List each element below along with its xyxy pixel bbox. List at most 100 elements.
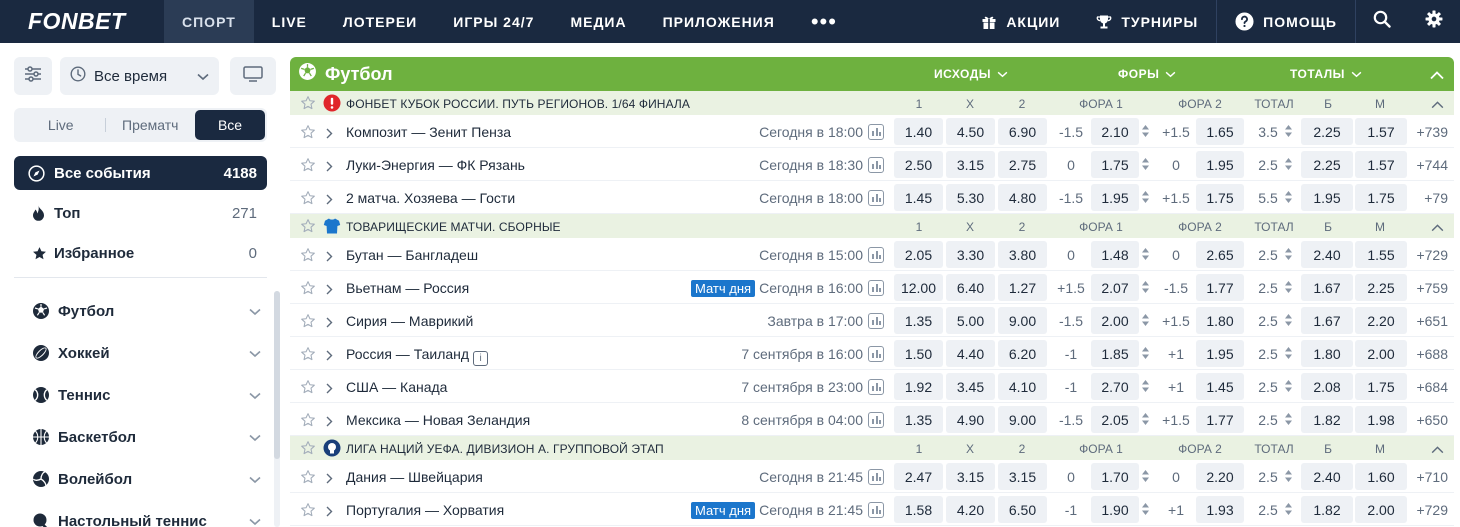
odds-handicap1-button[interactable]: 1.48 xyxy=(1091,241,1139,268)
star-outline-icon[interactable] xyxy=(300,440,316,459)
sort-arrows-icon[interactable] xyxy=(1141,247,1150,266)
odds-draw-button[interactable]: 5.30 xyxy=(946,184,995,211)
chevron-up-icon[interactable] xyxy=(1431,221,1444,235)
chevron-right-icon[interactable] xyxy=(326,315,333,333)
event-name[interactable]: Бутан — Бангладеш xyxy=(346,247,478,263)
odds-win2-button[interactable]: 9.00 xyxy=(998,307,1047,334)
star-outline-icon[interactable] xyxy=(300,218,316,237)
odds-handicap2-button[interactable]: 1.77 xyxy=(1196,406,1244,433)
star-outline-icon[interactable] xyxy=(300,247,316,268)
promotions-button[interactable]: АКЦИИ xyxy=(963,14,1078,30)
odds-win1-button[interactable]: 1.92 xyxy=(894,373,943,400)
chevron-right-icon[interactable] xyxy=(326,471,333,489)
odds-draw-button[interactable]: 4.20 xyxy=(946,496,995,523)
tournament-header[interactable]: ЛИГА НАЦИЙ УЕФА. ДИВИЗИОН А. ГРУППОВОЙ Э… xyxy=(290,436,1454,460)
odds-handicap2-button[interactable]: 1.45 xyxy=(1196,373,1244,400)
odds-draw-button[interactable]: 5.00 xyxy=(946,307,995,334)
event-row[interactable]: Сирия — Маврикий Завтра в 17:00 1.35 5.00 9.… xyxy=(290,304,1454,337)
chevron-right-icon[interactable] xyxy=(326,381,333,399)
tournaments-button[interactable]: ТУРНИРЫ xyxy=(1078,14,1216,30)
sort-arrows-icon[interactable] xyxy=(1141,346,1150,365)
sort-arrows-icon[interactable] xyxy=(1284,379,1293,398)
odds-under-button[interactable]: 1.60 xyxy=(1355,463,1407,490)
collapse-sport-button[interactable] xyxy=(1430,67,1444,85)
odds-win2-button[interactable]: 2.75 xyxy=(998,151,1047,178)
fonbet-logo[interactable]: FONBET xyxy=(0,0,164,43)
statistics-icon[interactable] xyxy=(868,469,884,485)
nav-live[interactable]: LIVE xyxy=(254,0,325,43)
odds-win2-button[interactable]: 9.00 xyxy=(998,406,1047,433)
odds-draw-button[interactable]: 3.45 xyxy=(946,373,995,400)
more-markets-link[interactable]: +79 xyxy=(1424,190,1448,206)
odds-handicap1-button[interactable]: 1.90 xyxy=(1091,496,1139,523)
sort-arrows-icon[interactable] xyxy=(1141,469,1150,488)
nav-sport[interactable]: СПОРТ xyxy=(164,0,254,43)
odds-win2-button[interactable]: 3.15 xyxy=(998,463,1047,490)
sidebar-scrollbar-thumb[interactable] xyxy=(274,291,280,459)
more-markets-link[interactable]: +684 xyxy=(1416,379,1448,395)
star-outline-icon[interactable] xyxy=(300,469,316,490)
event-row[interactable]: Дания — Швейцария Сегодня в 21:45 2.47 3.15… xyxy=(290,460,1454,493)
statistics-icon[interactable] xyxy=(868,502,884,518)
event-row[interactable]: США — Канада 7 сентября в 23:00 1.92 3.45 4.… xyxy=(290,370,1454,403)
star-outline-icon[interactable] xyxy=(300,124,316,145)
odds-over-button[interactable]: 2.25 xyxy=(1301,118,1353,145)
sport-title[interactable]: Футбол xyxy=(290,62,393,86)
odds-win2-button[interactable]: 6.90 xyxy=(998,118,1047,145)
chevron-right-icon[interactable] xyxy=(326,414,333,432)
more-markets-link[interactable]: +729 xyxy=(1416,247,1448,263)
filter-settings-button[interactable] xyxy=(14,57,52,95)
totals-group-toggle[interactable]: ТОТАЛЫ xyxy=(1290,57,1362,91)
star-outline-icon[interactable] xyxy=(300,157,316,178)
more-markets-link[interactable]: +739 xyxy=(1416,124,1448,140)
nav-more-button[interactable]: ••• xyxy=(793,0,855,43)
info-icon[interactable]: i xyxy=(473,351,489,366)
event-row[interactable]: Луки-Энергия — ФК Рязань Сегодня в 18:30 2… xyxy=(290,148,1454,181)
sort-arrows-icon[interactable] xyxy=(1284,412,1293,431)
event-name[interactable]: Луки-Энергия — ФК Рязань xyxy=(346,157,525,173)
nav-games[interactable]: ИГРЫ 24/7 xyxy=(435,0,552,43)
tournament-header[interactable]: ТОВАРИЩЕСКИЕ МАТЧИ. СБОРНЫЕ 1 X 2 ФОРА 1 ФОРА… xyxy=(290,214,1454,238)
segment-prematch[interactable]: Прематч xyxy=(106,110,196,140)
event-name[interactable]: Вьетнам — Россия xyxy=(346,280,469,296)
odds-win1-button[interactable]: 1.40 xyxy=(894,118,943,145)
event-name[interactable]: Сирия — Маврикий xyxy=(346,313,473,329)
nav-lotteries[interactable]: ЛОТЕРЕИ xyxy=(325,0,435,43)
statistics-icon[interactable] xyxy=(868,346,884,362)
odds-over-button[interactable]: 1.95 xyxy=(1301,184,1353,211)
sidebar-sport-football[interactable]: Футбол xyxy=(14,292,267,330)
sidebar-sport-volleyball[interactable]: Волейбол xyxy=(14,460,267,498)
sidebar-item-favorites[interactable]: Избранное 0 xyxy=(14,236,267,270)
sort-arrows-icon[interactable] xyxy=(1141,313,1150,332)
odds-draw-button[interactable]: 3.15 xyxy=(946,151,995,178)
odds-over-button[interactable]: 1.80 xyxy=(1301,340,1353,367)
time-filter-dropdown[interactable]: Все время xyxy=(60,57,219,95)
sort-arrows-icon[interactable] xyxy=(1141,280,1150,299)
event-row[interactable]: Россия — Таиланд i 7 сентября в 16:00 1.50 4… xyxy=(290,337,1454,370)
odds-handicap1-button[interactable]: 2.00 xyxy=(1091,307,1139,334)
chevron-right-icon[interactable] xyxy=(326,192,333,210)
sidebar-sport-table-tennis[interactable]: Настольный теннис xyxy=(14,502,267,527)
search-button[interactable] xyxy=(1356,0,1408,43)
odds-under-button[interactable]: 1.75 xyxy=(1355,373,1407,400)
sidebar-item-top[interactable]: Топ 271 xyxy=(14,196,267,230)
sort-arrows-icon[interactable] xyxy=(1141,157,1150,176)
odds-win2-button[interactable]: 6.50 xyxy=(998,496,1047,523)
more-markets-link[interactable]: +710 xyxy=(1416,469,1448,485)
event-row[interactable]: Композит — Зенит Пенза Сегодня в 18:00 1.4… xyxy=(290,115,1454,148)
odds-handicap2-button[interactable]: 1.95 xyxy=(1196,151,1244,178)
odds-draw-button[interactable]: 3.30 xyxy=(946,241,995,268)
sort-arrows-icon[interactable] xyxy=(1284,157,1293,176)
odds-win2-button[interactable]: 3.80 xyxy=(998,241,1047,268)
settings-button[interactable] xyxy=(1408,0,1460,43)
odds-win1-button[interactable]: 1.50 xyxy=(894,340,943,367)
event-name[interactable]: Дания — Швейцария xyxy=(346,469,483,485)
odds-handicap1-button[interactable]: 1.95 xyxy=(1091,184,1139,211)
star-outline-icon[interactable] xyxy=(300,95,316,114)
odds-under-button[interactable]: 1.57 xyxy=(1355,151,1407,178)
event-name[interactable]: Португалия — Хорватия xyxy=(346,502,504,518)
odds-win1-button[interactable]: 2.50 xyxy=(894,151,943,178)
odds-handicap2-button[interactable]: 2.65 xyxy=(1196,241,1244,268)
more-markets-link[interactable]: +759 xyxy=(1416,280,1448,296)
statistics-icon[interactable] xyxy=(868,124,884,140)
